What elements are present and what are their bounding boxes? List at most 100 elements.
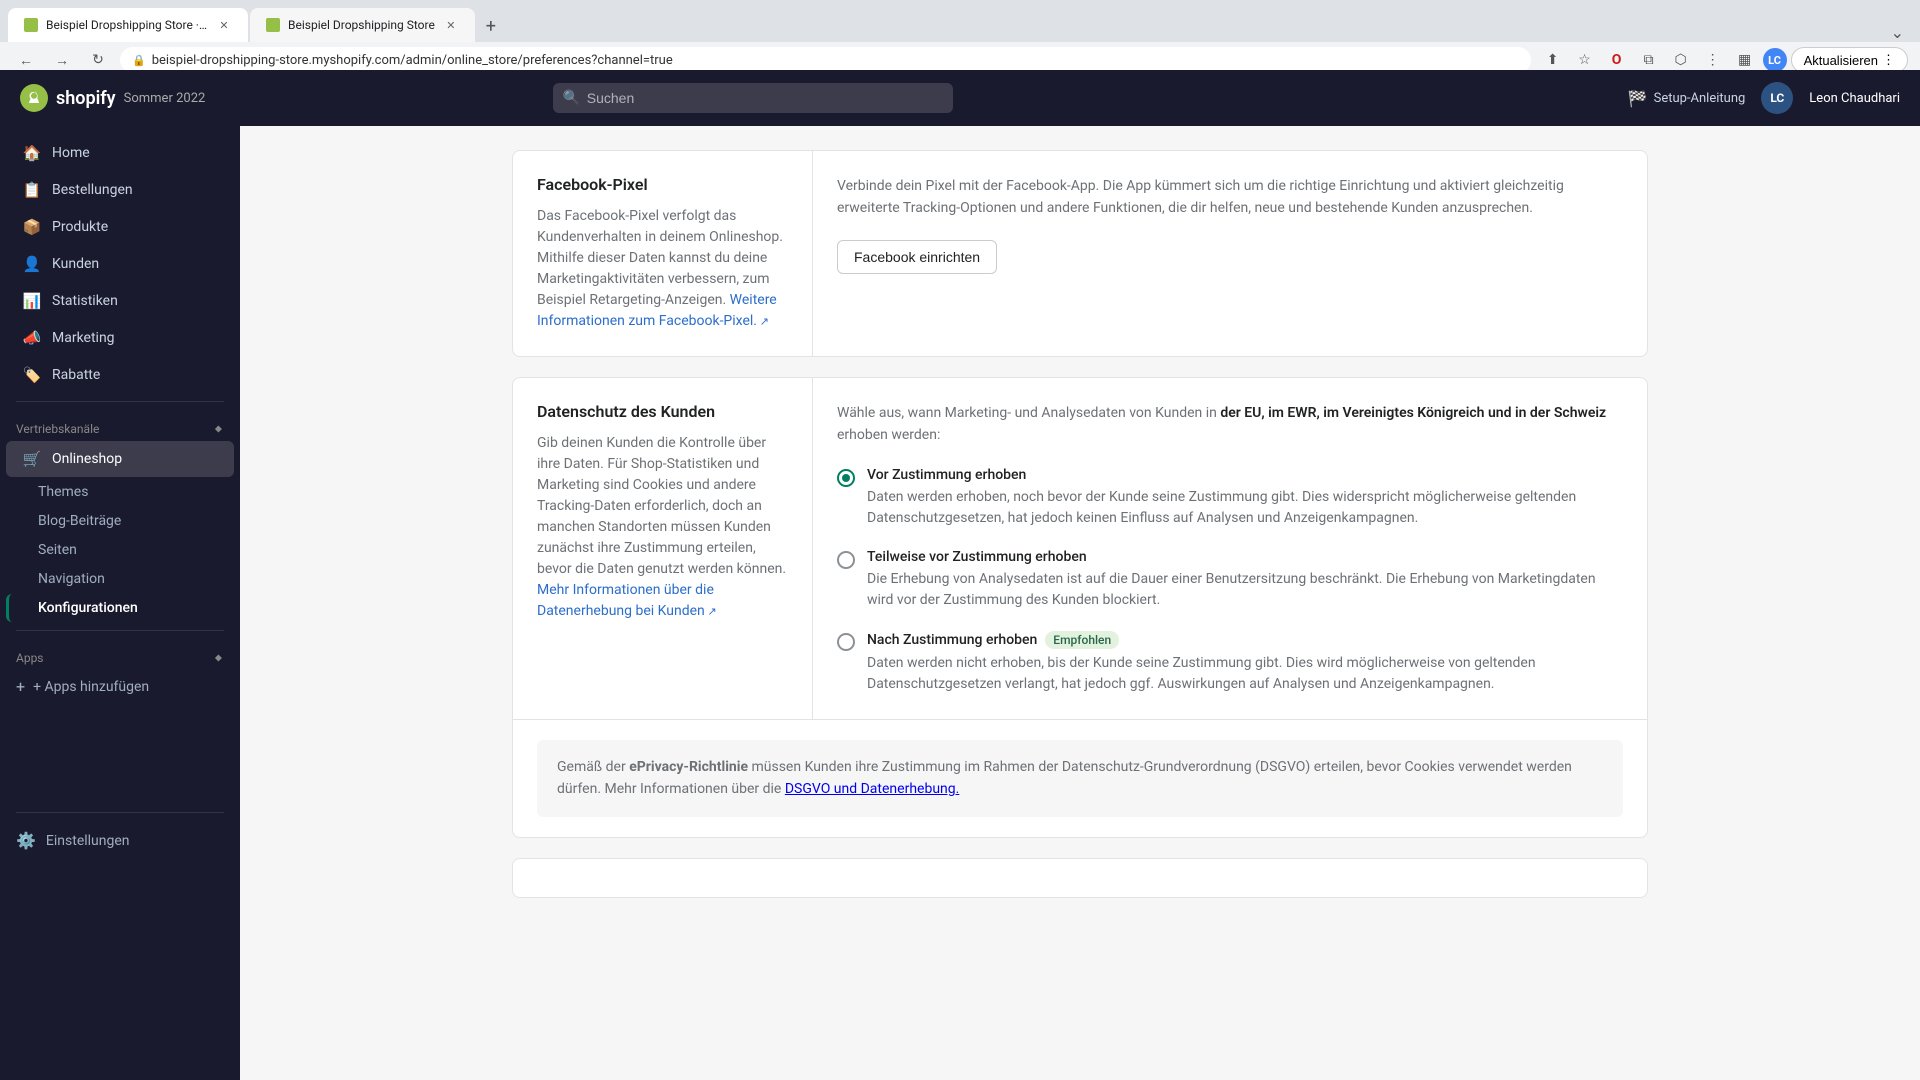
sidebar-item-bestellungen[interactable]: 📋 Bestellungen (6, 172, 234, 208)
sidebar-divider-1 (16, 401, 224, 402)
datenschutz-link[interactable]: Mehr Informationen über die Datenerhebun… (537, 582, 717, 619)
app-shell: shopify Sommer 2022 🔍 🏁 Setup-Anleitung … (0, 70, 1920, 1080)
setup-link[interactable]: 🏁 Setup-Anleitung (1628, 89, 1746, 108)
datenschutz-bold-text: der EU, im EWR, im Vereinigtes Königreic… (1220, 405, 1606, 421)
add-apps-button[interactable]: + + Apps hinzufügen (0, 669, 240, 704)
facebook-right-text: Verbinde dein Pixel mit der Facebook-App… (837, 175, 1623, 220)
sidebar-sub-themes[interactable]: Themes (6, 478, 234, 506)
sidebar-divider-3 (16, 812, 224, 813)
browser-profile-icon[interactable]: LC (1763, 48, 1787, 72)
radio-teilweise-desc: Die Erhebung von Analysedaten ist auf di… (867, 569, 1623, 611)
sidebar-item-rabatte-label: Rabatte (52, 367, 100, 383)
radio-vor-zustimmung-desc: Daten werden erhoben, noch bevor der Kun… (867, 487, 1623, 529)
next-section-card (512, 858, 1648, 898)
datenschutz-desc-text: Gib deinen Kunden die Kontrolle über ihr… (537, 435, 786, 577)
app-header: shopify Sommer 2022 🔍 🏁 Setup-Anleitung … (0, 70, 1920, 126)
new-tab-button[interactable]: + (477, 12, 505, 40)
datenschutz-section: Datenschutz des Kunden Gib deinen Kunden… (512, 377, 1648, 838)
radio-vor-zustimmung-label: Vor Zustimmung erhoben (867, 467, 1623, 483)
shopify-wordmark: shopify (56, 88, 116, 109)
sidebar-item-kunden[interactable]: 👤 Kunden (6, 246, 234, 282)
vertriebskanaele-section: Vertriebskanäle (0, 410, 240, 440)
tab-favicon-1 (24, 18, 38, 32)
browser-tab-1[interactable]: Beispiel Dropshipping Store ·... ✕ (8, 8, 248, 42)
tab-close-1[interactable]: ✕ (216, 17, 232, 33)
datenschutz-right-intro: Wähle aus, wann Marketing- und Analyseda… (837, 402, 1623, 447)
customers-icon: 👤 (22, 254, 42, 274)
seiten-label: Seiten (38, 542, 77, 558)
radio-nach-zustimmung-content: Nach Zustimmung erhoben Empfohlen Daten … (867, 631, 1623, 695)
radio-nach-zustimmung[interactable] (837, 633, 855, 651)
datenschutz-grid: Datenschutz des Kunden Gib deinen Kunden… (513, 378, 1647, 719)
onlineshop-icon: 🛒 (22, 449, 42, 469)
radio-vor-zustimmung[interactable] (837, 469, 855, 487)
datenschutz-left: Datenschutz des Kunden Gib deinen Kunden… (513, 378, 813, 719)
orders-icon: 📋 (22, 180, 42, 200)
shopify-logo-icon (20, 84, 48, 112)
facebook-pixel-right: Verbinde dein Pixel mit der Facebook-App… (813, 151, 1647, 356)
datenschutz-desc: Gib deinen Kunden die Kontrolle über ihr… (537, 433, 788, 622)
dsgvo-link[interactable]: DSGVO und Datenerhebung. (785, 781, 960, 797)
home-icon: 🏠 (22, 143, 42, 163)
sidebar-sub-blog[interactable]: Blog-Beiträge (6, 507, 234, 535)
radio-teilweise-content: Teilweise vor Zustimmung erhoben Die Erh… (867, 549, 1623, 611)
sidebar-settings-item[interactable]: ⚙️ Einstellungen (0, 821, 240, 860)
sidebar-item-marketing-label: Marketing (52, 330, 115, 346)
eprivacy-info-content: Gemäß der ePrivacy-Richtlinie müssen Kun… (537, 740, 1623, 817)
datenschutz-intro-text: Wähle aus, wann Marketing- und Analyseda… (837, 405, 1220, 421)
facebook-pixel-grid: Facebook-Pixel Das Facebook-Pixel verfol… (513, 151, 1647, 356)
user-avatar: LC (1761, 82, 1793, 114)
tab-close-2[interactable]: ✕ (443, 17, 459, 33)
sidebar-item-home[interactable]: 🏠 Home (6, 135, 234, 171)
sidebar-item-produkte[interactable]: 📦 Produkte (6, 209, 234, 245)
page-content: Facebook-Pixel Das Facebook-Pixel verfol… (480, 126, 1680, 942)
flag-icon: 🏁 (1628, 89, 1648, 108)
radio-teilweise[interactable] (837, 551, 855, 569)
content-area: Facebook-Pixel Das Facebook-Pixel verfol… (240, 126, 1920, 1080)
header-search: 🔍 (553, 83, 953, 113)
sidebar-item-statistiken[interactable]: 📊 Statistiken (6, 283, 234, 319)
settings-gear-icon: ⚙️ (16, 831, 36, 850)
consent-radio-group: Vor Zustimmung erhoben Daten werden erho… (837, 467, 1623, 695)
address-text: beispiel-dropshipping-store.myshopify.co… (152, 53, 673, 68)
tab-favicon-2 (266, 18, 280, 32)
browser-tab-2[interactable]: Beispiel Dropshipping Store ✕ (250, 8, 475, 42)
facebook-einrichten-button[interactable]: Facebook einrichten (837, 240, 997, 274)
themes-label: Themes (38, 484, 88, 500)
eprivacy-text-1: Gemäß der (557, 759, 629, 775)
sidebar: 🏠 Home 📋 Bestellungen 📦 Produkte 👤 Kunde… (0, 126, 240, 1080)
apps-chevron-icon (210, 651, 224, 665)
main-layout: 🏠 Home 📋 Bestellungen 📦 Produkte 👤 Kunde… (0, 126, 1920, 1080)
sidebar-item-marketing[interactable]: 📣 Marketing (6, 320, 234, 356)
apps-section: Apps (0, 639, 240, 669)
radio-nach-zustimmung-desc: Daten werden nicht erhoben, bis der Kund… (867, 653, 1623, 695)
facebook-pixel-title: Facebook-Pixel (537, 175, 788, 194)
search-icon: 🔍 (563, 90, 580, 106)
datenschutz-end-text: erhoben werden: (837, 427, 940, 443)
sidebar-item-onlineshop[interactable]: 🛒 Onlineshop (6, 441, 234, 477)
sidebar-sub-seiten[interactable]: Seiten (6, 536, 234, 564)
analytics-icon: 📊 (22, 291, 42, 311)
konfigurationen-label: Konfigurationen (38, 600, 138, 616)
eprivacy-bold: ePrivacy-Richtlinie (629, 759, 748, 775)
radio-teilweise-label: Teilweise vor Zustimmung erhoben (867, 549, 1623, 565)
sidebar-item-home-label: Home (52, 145, 90, 161)
datenschutz-title: Datenschutz des Kunden (537, 402, 788, 421)
tab-title-1: Beispiel Dropshipping Store ·... (46, 18, 208, 32)
sidebar-sub-konfigurationen[interactable]: Konfigurationen (6, 594, 234, 622)
sidebar-sub-navigation[interactable]: Navigation (6, 565, 234, 593)
tab-strip-menu[interactable]: ⌄ (1891, 23, 1904, 42)
sidebar-divider-2 (16, 630, 224, 631)
add-apps-label: + Apps hinzufügen (33, 679, 149, 695)
sidebar-item-statistiken-label: Statistiken (52, 293, 118, 309)
sidebar-item-onlineshop-label: Onlineshop (52, 451, 122, 467)
sidebar-item-produkte-label: Produkte (52, 219, 108, 235)
vertriebskanaele-label: Vertriebskanäle (16, 422, 99, 436)
search-input[interactable] (553, 83, 953, 113)
marketing-icon: 📣 (22, 328, 42, 348)
eprivacy-info-box: Gemäß der ePrivacy-Richtlinie müssen Kun… (513, 719, 1647, 837)
empfohlen-badge: Empfohlen (1045, 631, 1119, 649)
discounts-icon: 🏷️ (22, 365, 42, 385)
sidebar-item-rabatte[interactable]: 🏷️ Rabatte (6, 357, 234, 393)
chevron-right-icon (210, 422, 224, 436)
